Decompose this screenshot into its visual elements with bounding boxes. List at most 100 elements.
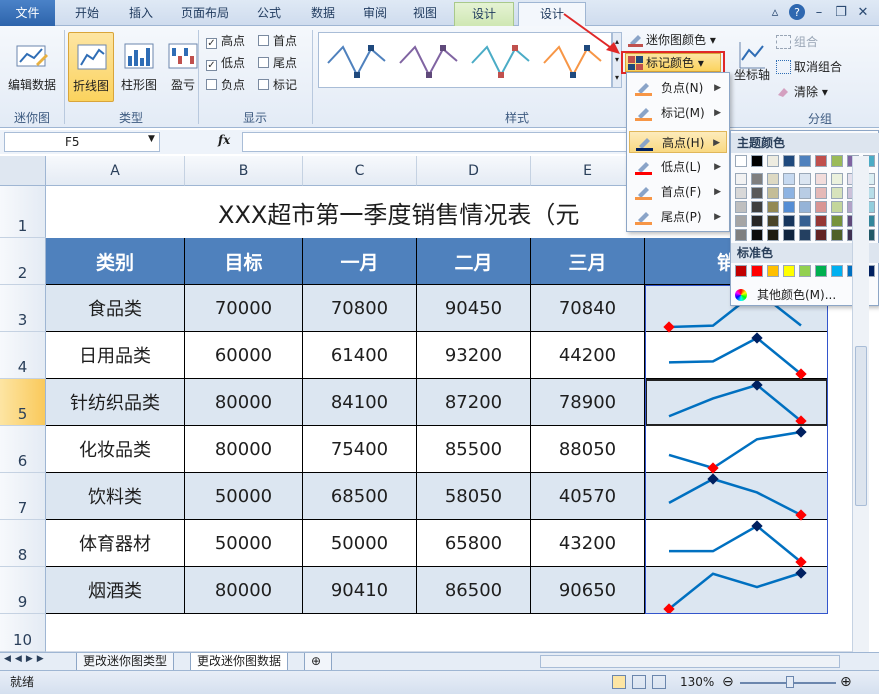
table-cell[interactable]: 90410 xyxy=(303,567,417,614)
axis-button[interactable]: 坐标轴 xyxy=(732,32,772,102)
theme-shade-swatch[interactable] xyxy=(799,201,811,213)
theme-color-swatch[interactable] xyxy=(815,155,827,167)
table-cell[interactable]: 80000 xyxy=(185,426,303,473)
menu-item-high-point[interactable]: 高点(H) ▶ xyxy=(629,131,727,153)
table-cell[interactable]: 饮料类 xyxy=(46,473,185,520)
table-cell[interactable]: 88050 xyxy=(531,426,645,473)
table-cell[interactable]: 87200 xyxy=(417,379,531,426)
name-box[interactable]: F5 xyxy=(4,132,160,152)
theme-shade-swatch[interactable] xyxy=(799,229,811,241)
standard-color-swatch[interactable] xyxy=(783,265,795,277)
sheet-tab-change-type[interactable]: 更改迷你图类型 xyxy=(76,653,175,671)
table-cell[interactable]: 90450 xyxy=(417,285,531,332)
table-cell[interactable]: 85500 xyxy=(417,426,531,473)
row-header-7[interactable]: 7 xyxy=(0,473,46,520)
theme-shade-swatch[interactable] xyxy=(767,187,779,199)
theme-shade-swatch[interactable] xyxy=(815,173,827,185)
standard-color-swatch[interactable] xyxy=(767,265,779,277)
table-cell[interactable]: 90650 xyxy=(531,567,645,614)
zoom-slider-thumb[interactable] xyxy=(786,676,794,688)
menu-item-last-point[interactable]: 尾点(P) ▶ xyxy=(629,206,727,228)
clear-button[interactable]: 清除 ▾ xyxy=(774,82,828,102)
tab-page-layout[interactable]: 页面布局 xyxy=(170,2,240,26)
style-option-3[interactable] xyxy=(467,35,537,85)
row-header-6[interactable]: 6 xyxy=(0,426,46,473)
theme-shade-swatch[interactable] xyxy=(815,201,827,213)
theme-shade-swatch[interactable] xyxy=(815,215,827,227)
theme-shade-swatch[interactable] xyxy=(735,201,747,213)
vertical-scrollbar[interactable] xyxy=(852,156,869,652)
tab-insert[interactable]: 插入 xyxy=(116,2,166,26)
theme-shade-swatch[interactable] xyxy=(751,215,763,227)
standard-color-swatch[interactable] xyxy=(815,265,827,277)
column-header-b[interactable]: B xyxy=(185,156,303,186)
header-cell[interactable]: 目标 xyxy=(185,238,303,285)
zoom-out-icon[interactable]: ⊖ xyxy=(722,671,734,693)
tab-home[interactable]: 开始 xyxy=(62,2,112,26)
sheet-nav-arrows[interactable]: ◀◀▶▶ xyxy=(4,654,48,664)
theme-shade-swatch[interactable] xyxy=(735,229,747,241)
style-option-2[interactable] xyxy=(395,35,465,85)
horizontal-scrollbar[interactable] xyxy=(540,655,840,668)
table-cell[interactable]: 体育器材 xyxy=(46,520,185,567)
menu-item-negative-point[interactable]: 负点(N) ▶ xyxy=(629,77,727,99)
style-option-1[interactable] xyxy=(323,35,393,85)
theme-shade-swatch[interactable] xyxy=(831,215,843,227)
theme-shade-swatch[interactable] xyxy=(767,173,779,185)
table-cell[interactable]: 58050 xyxy=(417,473,531,520)
table-cell[interactable]: 43200 xyxy=(531,520,645,567)
table-cell[interactable]: 50000 xyxy=(303,520,417,567)
table-cell[interactable]: 食品类 xyxy=(46,285,185,332)
standard-color-swatch[interactable] xyxy=(831,265,843,277)
tab-design-chart[interactable]: 设计 xyxy=(454,2,514,26)
column-header-d[interactable]: D xyxy=(417,156,531,186)
theme-shade-swatch[interactable] xyxy=(783,187,795,199)
close-icon[interactable]: ✕ xyxy=(853,3,873,23)
winloss-sparkline-button[interactable]: 盈亏 xyxy=(160,32,206,102)
table-cell[interactable]: 70000 xyxy=(185,285,303,332)
standard-color-swatch[interactable] xyxy=(735,265,747,277)
insert-function-icon[interactable]: fx xyxy=(218,133,238,151)
theme-shade-swatch[interactable] xyxy=(751,229,763,241)
menu-item-low-point[interactable]: 低点(L) ▶ xyxy=(629,156,727,178)
help-icon[interactable]: ? xyxy=(787,3,807,23)
table-cell[interactable]: 65800 xyxy=(417,520,531,567)
edit-data-button[interactable]: 编辑数据 xyxy=(6,32,58,102)
row-header-8[interactable]: 8 xyxy=(0,520,46,567)
table-cell[interactable]: 针纺织品类 xyxy=(46,379,185,426)
zoom-level[interactable]: 130% xyxy=(680,671,714,693)
ungroup-button[interactable]: 取消组合 xyxy=(774,57,842,77)
table-cell[interactable]: 烟酒类 xyxy=(46,567,185,614)
table-cell[interactable]: 80000 xyxy=(185,567,303,614)
table-cell[interactable]: 80000 xyxy=(185,379,303,426)
theme-shade-swatch[interactable] xyxy=(783,201,795,213)
markers-checkbox[interactable]: 标记 xyxy=(258,76,297,94)
header-cell[interactable]: 二月 xyxy=(417,238,531,285)
page-layout-view-icon[interactable] xyxy=(632,675,646,689)
column-header-a[interactable]: A xyxy=(46,156,185,186)
high-point-checkbox[interactable]: ✓ 高点 xyxy=(206,32,245,50)
theme-color-swatch[interactable] xyxy=(799,155,811,167)
column-header-c[interactable]: C xyxy=(303,156,417,186)
theme-shade-swatch[interactable] xyxy=(783,229,795,241)
theme-shade-swatch[interactable] xyxy=(783,215,795,227)
table-cell[interactable]: 78900 xyxy=(531,379,645,426)
table-cell[interactable]: 68500 xyxy=(303,473,417,520)
tab-review[interactable]: 审阅 xyxy=(352,2,398,26)
theme-shade-swatch[interactable] xyxy=(735,215,747,227)
scroll-thumb[interactable] xyxy=(855,346,867,506)
menu-item-markers[interactable]: 标记(M) ▶ xyxy=(629,102,727,124)
theme-shade-swatch[interactable] xyxy=(831,229,843,241)
header-cell[interactable]: 一月 xyxy=(303,238,417,285)
new-sheet-icon[interactable]: ⊕ xyxy=(304,653,332,671)
negative-point-checkbox[interactable]: 负点 xyxy=(206,76,245,94)
theme-shade-swatch[interactable] xyxy=(767,229,779,241)
table-cell[interactable]: 化妆品类 xyxy=(46,426,185,473)
table-cell[interactable]: 40570 xyxy=(531,473,645,520)
sheet-tab-change-data[interactable]: 更改迷你图数据 xyxy=(190,653,289,671)
theme-color-swatch[interactable] xyxy=(767,155,779,167)
theme-shade-swatch[interactable] xyxy=(751,187,763,199)
table-cell[interactable]: 84100 xyxy=(303,379,417,426)
theme-shade-swatch[interactable] xyxy=(767,215,779,227)
table-cell[interactable]: 70800 xyxy=(303,285,417,332)
